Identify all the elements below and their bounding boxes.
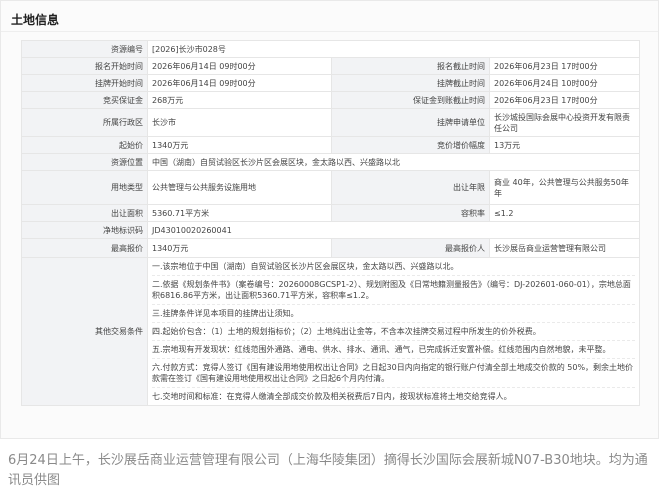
- top-bidder-value: 长沙展岳商业运营管理有限公司: [489, 238, 640, 258]
- apply-end-value: 2026年06月23日 17时00分: [489, 57, 640, 75]
- table-row: 竞买保证金 268万元 保证金到账截止时间 2026年06月23日 17时00分: [21, 91, 640, 109]
- district-value: 长沙市: [147, 108, 332, 137]
- far-value: ≤1.2: [489, 204, 640, 222]
- apply-start-value: 2026年06月14日 09时00分: [147, 57, 332, 75]
- resource-no-value: [2026]长沙市028号: [147, 40, 640, 58]
- listing-end-label: 挂牌截止时间: [331, 74, 490, 92]
- top-bid-value: 1340万元: [147, 238, 332, 258]
- condition-note-4: 四.起始价包含：（1）土地的规划指标价；（2）土地纯出让金等，不含本次挂牌交易过…: [152, 323, 635, 341]
- deposit-deadline-value: 2026年06月23日 17时00分: [489, 91, 640, 109]
- table-row: 用地类型 公共管理与公共服务设施用地 出让年限 商业 40年，公共管理与公共服务…: [21, 170, 640, 205]
- condition-note-3: 三.挂牌条件详见本项目的挂牌出让须知。: [152, 305, 635, 323]
- location-label: 资源位置: [21, 153, 148, 171]
- condition-note-2: 二.依据《规划条件书》（案卷编号：20260008GCSP1-2）、规划附图及《…: [152, 276, 635, 305]
- area-value: 5360.71平方米: [147, 204, 332, 222]
- deposit-label: 竞买保证金: [21, 91, 148, 109]
- apply-end-label: 报名截止时间: [331, 57, 490, 75]
- condition-note-1: 一.该宗地位于中国（湖南）自贸试验区长沙片区会展区块，金太路以西、兴盛路以北。: [152, 258, 635, 276]
- listing-start-label: 挂牌开始时间: [21, 74, 148, 92]
- card-title: 土地信息: [11, 13, 60, 27]
- condition-note-5: 五.宗地现有开发现状：红线范围外通路、通电、供水、排水、通讯、通气，已完成拆迁安…: [152, 341, 635, 359]
- table-row: 资源编号 [2026]长沙市028号: [21, 40, 640, 58]
- other-conditions-value: 一.该宗地位于中国（湖南）自贸试验区长沙片区会展区块，金太路以西、兴盛路以北。 …: [147, 257, 640, 406]
- table-row: 最高报价 1340万元 最高报价人 长沙展岳商业运营管理有限公司: [21, 238, 640, 258]
- photo-caption: 6月24日上午，长沙展岳商业运营管理有限公司（上海华陵集团）摘得长沙国际会展新城…: [8, 453, 648, 488]
- term-label: 出让年限: [331, 170, 490, 205]
- top-bidder-label: 最高报价人: [331, 238, 490, 258]
- increment-value: 13万元: [489, 136, 640, 154]
- table-row: 出让面积 5360.71平方米 容积率 ≤1.2: [21, 204, 640, 222]
- table-row: 起始价 1340万元 竞价增价幅度 13万元: [21, 136, 640, 154]
- resource-no-label: 资源编号: [21, 40, 148, 58]
- use-type-value: 公共管理与公共服务设施用地: [147, 170, 332, 205]
- area-label: 出让面积: [21, 204, 148, 222]
- table-row: 其他交易条件 一.该宗地位于中国（湖南）自贸试验区长沙片区会展区块，金太路以西、…: [21, 257, 640, 406]
- land-info-table: 资源编号 [2026]长沙市028号 报名开始时间 2026年06月14日 09…: [21, 40, 640, 406]
- listing-end-value: 2026年06月24日 10时00分: [489, 74, 640, 92]
- start-price-label: 起始价: [21, 136, 148, 154]
- deposit-deadline-label: 保证金到账截止时间: [331, 91, 490, 109]
- table-row: 报名开始时间 2026年06月14日 09时00分 报名截止时间 2026年06…: [21, 57, 640, 75]
- condition-note-6: 六.付款方式：竞得人签订《国有建设用地使用权出让合同》之日起30日内向指定的银行…: [152, 359, 635, 388]
- condition-note-7: 七.交地时间和标准：在竞得人缴清全部成交价款及相关税费后7日内，按现状标准将土地…: [152, 392, 512, 401]
- land-info-card: 土地信息 资源编号 [2026]长沙市028号 报名开始时间 2026年06月1…: [0, 0, 659, 439]
- start-price-value: 1340万元: [147, 136, 332, 154]
- far-label: 容积率: [331, 204, 490, 222]
- top-bid-label: 最高报价: [21, 238, 148, 258]
- apply-start-label: 报名开始时间: [21, 57, 148, 75]
- parcel-code-value: JD43010020260041: [147, 221, 640, 239]
- location-value: 中国（湖南）自贸试验区长沙片区会展区块，金太路以西、兴盛路以北: [147, 153, 640, 171]
- increment-label: 竞价增价幅度: [331, 136, 490, 154]
- district-label: 所属行政区: [21, 108, 148, 137]
- applicant-unit-value: 长沙城投国际会展中心投资开发有限责任公司: [489, 108, 640, 137]
- applicant-unit-label: 挂牌申请单位: [331, 108, 490, 137]
- table-row: 挂牌开始时间 2026年06月14日 09时00分 挂牌截止时间 2026年06…: [21, 74, 640, 92]
- term-value: 商业 40年，公共管理与公共服务50年年: [489, 170, 640, 205]
- listing-start-value: 2026年06月14日 09时00分: [147, 74, 332, 92]
- table-row: 所属行政区 长沙市 挂牌申请单位 长沙城投国际会展中心投资开发有限责任公司: [21, 108, 640, 137]
- deposit-value: 268万元: [147, 91, 332, 109]
- table-row: 资源位置 中国（湖南）自贸试验区长沙片区会展区块，金太路以西、兴盛路以北: [21, 153, 640, 171]
- title-divider: [1, 31, 658, 32]
- parcel-code-label: 净地标识码: [21, 221, 148, 239]
- other-conditions-label: 其他交易条件: [21, 257, 148, 406]
- table-row: 净地标识码 JD43010020260041: [21, 221, 640, 239]
- use-type-label: 用地类型: [21, 170, 148, 205]
